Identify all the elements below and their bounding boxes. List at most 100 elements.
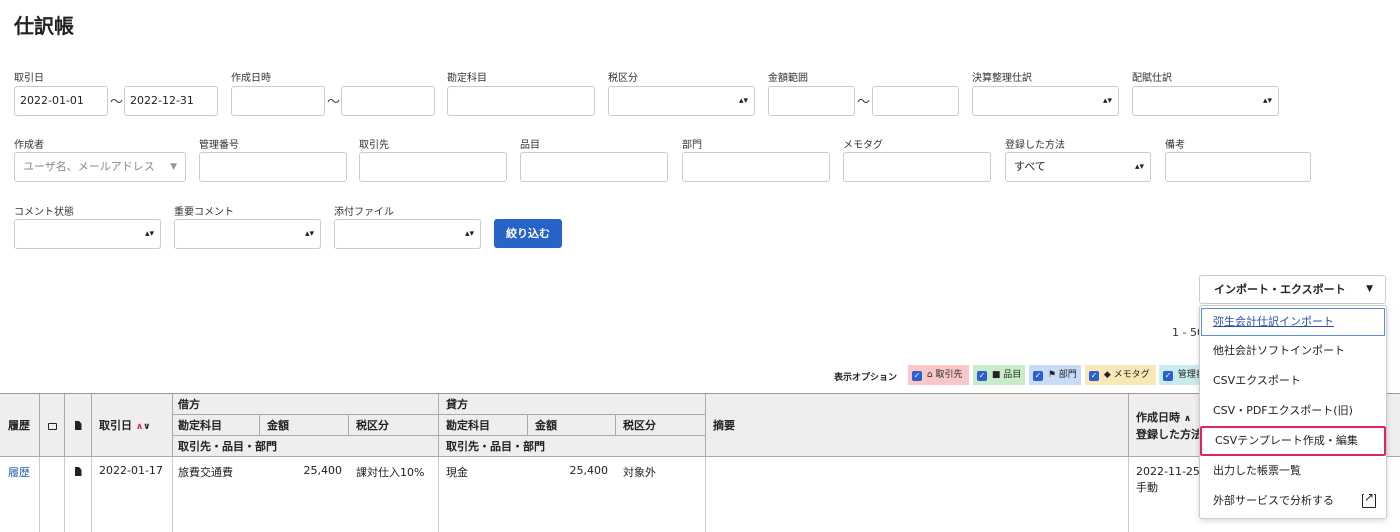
amount-max-input[interactable] bbox=[872, 86, 959, 116]
created-from-input[interactable] bbox=[231, 86, 325, 116]
checkbox-checked-icon: ✓ bbox=[912, 371, 922, 381]
creator-label: 作成者 bbox=[14, 140, 44, 151]
col-trade-date-label: 取引日 bbox=[99, 419, 132, 432]
select-arrow-icon: ▴▾ bbox=[1262, 96, 1272, 106]
chip-dept[interactable]: ✓ ⚑ 部門 bbox=[1029, 365, 1081, 385]
col-credit-amount: 金額 bbox=[528, 415, 616, 436]
row-debit-tax: 課対仕入10% bbox=[356, 466, 425, 479]
menu-item-yayoi-import[interactable]: 弥生会計仕訳インポート bbox=[1200, 307, 1386, 337]
tax-select[interactable]: ▴▾ bbox=[608, 86, 755, 116]
manage-no-input[interactable] bbox=[199, 152, 347, 182]
menu-item-report-list[interactable]: 出力した帳票一覧 bbox=[1200, 456, 1386, 486]
account-label: 勘定科目 bbox=[447, 73, 487, 84]
closing-select[interactable]: ▴▾ bbox=[972, 86, 1119, 116]
amount-label: 金額範囲 bbox=[768, 73, 808, 84]
col-trade-date[interactable]: 取引日 ∧∨ bbox=[92, 394, 173, 457]
select-arrow-icon: ▴▾ bbox=[1134, 162, 1144, 172]
sort-asc-icon: ∧ bbox=[1183, 414, 1192, 424]
document-icon bbox=[74, 467, 82, 476]
chip-manage-no[interactable]: ✓ 管理番号 bbox=[1159, 365, 1199, 385]
history-link[interactable]: 履歴 bbox=[0, 457, 40, 532]
checkbox-checked-icon: ✓ bbox=[1163, 371, 1173, 381]
col-debit-partner: 取引先・品目・部門 bbox=[173, 436, 439, 457]
col-debit-tax: 税区分 bbox=[349, 415, 439, 436]
row-comment-cell bbox=[40, 457, 65, 532]
col-credit-partner: 取引先・品目・部門 bbox=[439, 436, 706, 457]
item-input[interactable] bbox=[520, 152, 668, 182]
menu-item-csv-export[interactable]: CSVエクスポート bbox=[1200, 366, 1386, 396]
document-icon bbox=[74, 421, 82, 430]
menu-item-yayoi-import-label: 弥生会計仕訳インポート bbox=[1213, 315, 1334, 328]
chip-item[interactable]: ✓ ■ 品目 bbox=[973, 365, 1025, 385]
external-link-icon bbox=[1362, 490, 1376, 508]
note-input[interactable] bbox=[1165, 152, 1311, 182]
memo-tag-input[interactable] bbox=[843, 152, 991, 182]
menu-item-other-import[interactable]: 他社会計ソフトインポート bbox=[1200, 336, 1386, 366]
row-attachment-cell[interactable] bbox=[65, 457, 92, 532]
col-attachment bbox=[65, 394, 92, 457]
created-to-input[interactable] bbox=[341, 86, 435, 116]
creator-combobox[interactable]: ユーザ名、メールアドレス ▼ bbox=[14, 152, 186, 182]
menu-item-csv-template[interactable]: CSVテンプレート作成・編集 bbox=[1200, 426, 1386, 456]
import-export-button[interactable]: インポート・エクスポート ▼ bbox=[1199, 275, 1386, 304]
filter-submit-button[interactable]: 絞り込む bbox=[494, 219, 562, 248]
date-range-separator: 〜 bbox=[110, 95, 124, 110]
caret-down-icon: ▼ bbox=[1366, 284, 1373, 294]
import-export-label: インポート・エクスポート bbox=[1214, 283, 1346, 296]
allocation-label: 配賦仕訳 bbox=[1132, 73, 1172, 84]
select-arrow-icon: ▴▾ bbox=[738, 96, 748, 106]
col-debit-amount: 金額 bbox=[260, 415, 349, 436]
amount-min-input[interactable] bbox=[768, 86, 855, 116]
allocation-select[interactable]: ▴▾ bbox=[1132, 86, 1279, 116]
partner-input[interactable] bbox=[359, 152, 507, 182]
select-arrow-icon: ▴▾ bbox=[304, 229, 314, 239]
trade-date-label: 取引日 bbox=[14, 73, 44, 84]
col-credit-account: 勘定科目 bbox=[439, 415, 528, 436]
menu-item-external-analysis[interactable]: 外部サービスで分析する bbox=[1200, 486, 1386, 516]
select-arrow-icon: ▴▾ bbox=[144, 229, 154, 239]
account-input[interactable] bbox=[447, 86, 595, 116]
page-title: 仕訳帳 bbox=[14, 14, 74, 38]
closing-label: 決算整理仕訳 bbox=[972, 73, 1032, 84]
attachment-label: 添付ファイル bbox=[334, 207, 394, 218]
reg-method-select[interactable]: すべて ▴▾ bbox=[1005, 152, 1151, 182]
row-trade-date: 2022-01-17 bbox=[92, 457, 173, 532]
row-credit-tax: 対象外 bbox=[623, 466, 656, 479]
reg-method-value: すべて bbox=[1014, 160, 1046, 173]
memo-tag-label: メモタグ bbox=[843, 140, 883, 151]
col-credit-tax: 税区分 bbox=[616, 415, 706, 436]
sort-desc-icon: ∨ bbox=[143, 422, 151, 432]
tax-label: 税区分 bbox=[608, 73, 638, 84]
checkbox-checked-icon: ✓ bbox=[977, 371, 987, 381]
row-summary bbox=[706, 457, 1129, 532]
amount-range-separator: 〜 bbox=[857, 95, 871, 110]
col-debit-account: 勘定科目 bbox=[173, 415, 260, 436]
menu-item-csv-pdf-export-old[interactable]: CSV・PDFエクスポート(旧) bbox=[1200, 396, 1386, 426]
chip-manage-no-label: 管理番号 bbox=[1177, 370, 1199, 380]
comment-icon bbox=[47, 423, 57, 430]
chip-item-label: 品目 bbox=[1003, 370, 1022, 380]
manage-no-label: 管理番号 bbox=[199, 140, 239, 151]
attachment-select[interactable]: ▴▾ bbox=[334, 219, 481, 249]
history-link-text: 履歴 bbox=[8, 466, 30, 479]
menu-item-external-analysis-label: 外部サービスで分析する bbox=[1213, 494, 1334, 507]
comment-status-select[interactable]: ▴▾ bbox=[14, 219, 161, 249]
created-at-label: 作成日時 bbox=[231, 73, 271, 84]
trade-date-from-input[interactable]: 2022-01-01 bbox=[14, 86, 108, 116]
row-credit-cell: 現金 25,400 対象外 bbox=[439, 457, 706, 532]
comment-status-label: コメント状態 bbox=[14, 207, 74, 218]
col-summary: 摘要 bbox=[706, 394, 1129, 457]
important-comment-label: 重要コメント bbox=[174, 207, 234, 218]
col-comment bbox=[40, 394, 65, 457]
chip-memo-tag-label: メモタグ bbox=[1113, 370, 1150, 380]
dept-input[interactable] bbox=[682, 152, 830, 182]
chevron-down-icon: ▼ bbox=[170, 162, 177, 172]
chip-partner[interactable]: ✓ ⌂ 取引先 bbox=[908, 365, 969, 385]
chip-dept-label: 部門 bbox=[1058, 370, 1077, 380]
trade-date-to-input[interactable]: 2022-12-31 bbox=[124, 86, 218, 116]
important-comment-select[interactable]: ▴▾ bbox=[174, 219, 321, 249]
chip-memo-tag[interactable]: ✓ ◆ メモタグ bbox=[1085, 365, 1156, 385]
import-export-menu: 弥生会計仕訳インポート 他社会計ソフトインポート CSVエクスポート CSV・P… bbox=[1199, 305, 1387, 519]
chip-partner-label: 取引先 bbox=[935, 370, 963, 380]
note-label: 備考 bbox=[1165, 140, 1185, 151]
